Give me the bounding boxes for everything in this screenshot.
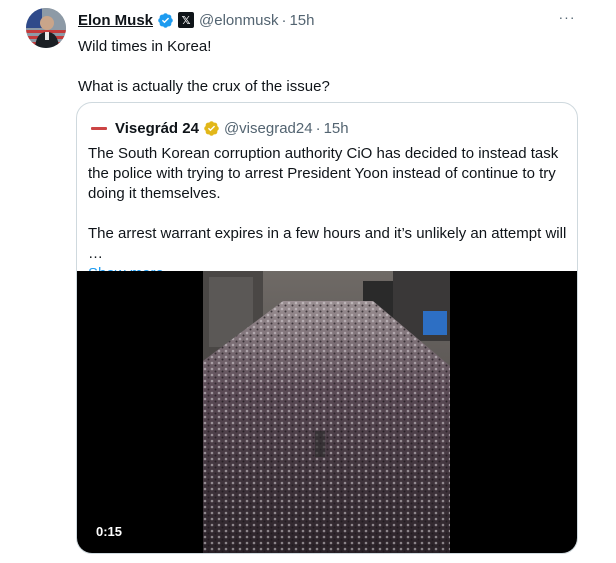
quoted-author-handle: @visegrad24 — [223, 119, 313, 137]
separator-dot: · — [281, 11, 287, 29]
tweet-header: Elon Musk 𝕏 @elonmusk · 15h — [78, 9, 314, 31]
quoted-text-paragraph: The South Korean corruption authority Ci… — [88, 145, 559, 202]
video-duration: 0:15 — [96, 524, 123, 539]
tweet-text-line: What is actually the crux of the issue? — [78, 78, 330, 95]
video-player[interactable]: 0:15 — [77, 271, 577, 553]
quoted-tweet-card[interactable]: Visegrád 24 @visegrad24 · 15h The South … — [76, 102, 578, 554]
author-handle[interactable]: @elonmusk — [199, 12, 278, 29]
separator-dot: · — [315, 119, 321, 137]
tweet-time[interactable]: 15h — [289, 12, 314, 29]
more-options-icon[interactable]: ··· — [556, 6, 578, 28]
quoted-author-avatar — [88, 117, 110, 139]
avatar-image — [26, 8, 66, 48]
quoted-text-paragraph: The arrest warrant expires in a few hour… — [88, 225, 567, 262]
verified-badge-icon — [158, 12, 173, 28]
quoted-tweet-text: The South Korean corruption authority Ci… — [88, 144, 572, 284]
tweet-text-line: Wild times in Korea! — [78, 38, 212, 55]
tweet-text: Wild times in Korea! What is actually th… — [78, 37, 578, 97]
video-thumbnail — [203, 271, 450, 553]
quoted-author-name: Visegrád 24 — [115, 119, 199, 137]
quoted-tweet-header: Visegrád 24 @visegrad24 · 15h — [88, 117, 349, 139]
tweet[interactable]: Elon Musk 𝕏 @elonmusk · 15h ··· Wild tim… — [0, 0, 616, 563]
quoted-tweet-time: 15h — [323, 119, 349, 137]
author-avatar[interactable] — [26, 8, 66, 48]
x-affiliation-icon: 𝕏 — [178, 12, 195, 28]
author-name[interactable]: Elon Musk — [78, 12, 153, 29]
gold-verified-badge-icon — [204, 120, 219, 136]
